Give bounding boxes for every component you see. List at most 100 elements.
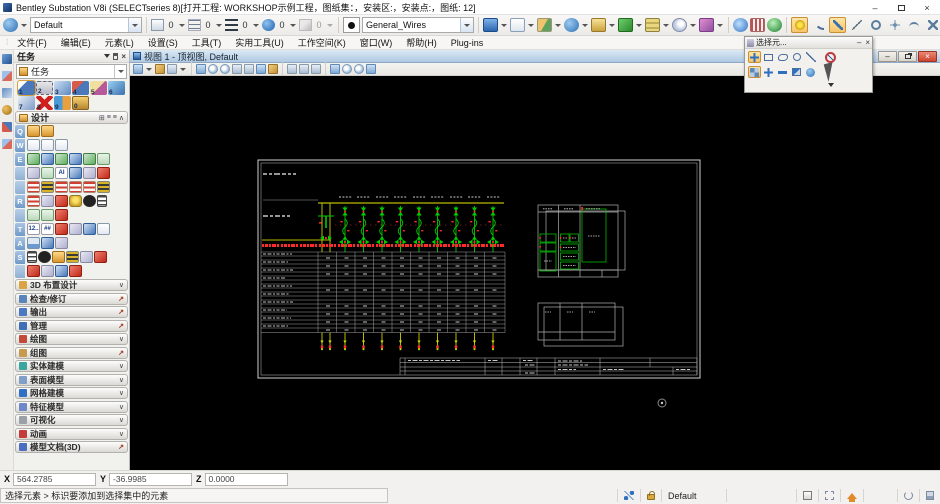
accusnap-toggle[interactable] xyxy=(791,17,808,33)
select-mode-subtract-button[interactable] xyxy=(776,66,789,78)
jumper-tool[interactable] xyxy=(55,265,68,277)
add-tool[interactable] xyxy=(27,209,40,221)
wire-tool[interactable] xyxy=(69,181,82,193)
raster-manager-icon[interactable] xyxy=(591,18,606,32)
device-tool[interactable] xyxy=(55,153,68,165)
active-linestyle-control[interactable]: 0 xyxy=(188,19,223,31)
wire-tool[interactable] xyxy=(41,181,54,193)
close-button[interactable]: × xyxy=(914,0,940,15)
tool-0[interactable]: 0 xyxy=(72,96,89,110)
pin-icon[interactable] xyxy=(113,52,119,60)
dialog-indicator[interactable] xyxy=(919,489,940,502)
active-class-control[interactable]: 0 xyxy=(262,19,297,31)
add-sheet-tool[interactable] xyxy=(83,223,96,235)
panel-minimize-icon[interactable]: – xyxy=(857,38,861,47)
terminal-tool[interactable] xyxy=(94,251,107,263)
chevron-down-icon[interactable] xyxy=(609,23,615,27)
panel-close-icon[interactable]: × xyxy=(121,52,126,61)
chevron-down-icon[interactable] xyxy=(179,23,185,27)
section-animation[interactable]: 动画 ∨ xyxy=(15,427,128,440)
chevron-down-icon[interactable] xyxy=(636,23,642,27)
view-close-button[interactable]: × xyxy=(918,50,937,62)
select-block-button[interactable] xyxy=(762,51,775,63)
macro-tool[interactable] xyxy=(41,237,54,249)
layout-grid-icon[interactable]: ⊞ xyxy=(99,114,105,122)
maximize-button[interactable] xyxy=(888,0,914,15)
section-model-docs-3d[interactable]: 模型文档(3D) ↗ xyxy=(15,441,128,453)
walk-icon[interactable] xyxy=(287,64,297,74)
copy-view-icon[interactable] xyxy=(330,64,340,74)
x-value-field[interactable]: 564.2785 xyxy=(13,472,97,486)
chevron-down-icon[interactable] xyxy=(216,23,222,27)
select-mode-all-button[interactable] xyxy=(804,66,817,78)
menu-file[interactable]: 文件(F) xyxy=(10,36,54,49)
combo-dropdown[interactable] xyxy=(128,18,141,32)
percent-tool[interactable] xyxy=(55,223,68,235)
clip-mask-icon[interactable] xyxy=(366,64,376,74)
chevron-down-icon[interactable] xyxy=(253,23,259,27)
tool-4[interactable]: 4 xyxy=(72,81,89,96)
wire-tool[interactable] xyxy=(41,195,54,207)
chevron-down-icon[interactable] xyxy=(717,23,723,27)
panel-menu-icon[interactable] xyxy=(104,54,111,58)
section-output[interactable]: 输出 ↗ xyxy=(15,306,128,318)
preview-tool[interactable] xyxy=(55,237,68,249)
wire-tool[interactable] xyxy=(27,181,40,193)
menu-element[interactable]: 元素(L) xyxy=(98,36,141,49)
hash-tool[interactable]: ## xyxy=(41,223,54,235)
page-tool[interactable] xyxy=(55,139,68,151)
terminal-tool[interactable] xyxy=(80,251,93,263)
cells-icon[interactable] xyxy=(618,18,633,32)
chevron-down-icon[interactable] xyxy=(180,67,186,71)
snap-center[interactable] xyxy=(867,17,884,33)
models-icon[interactable] xyxy=(537,18,552,32)
wire-tool[interactable] xyxy=(55,181,68,193)
tool-9[interactable]: 9 xyxy=(54,96,71,111)
pan-view-icon[interactable] xyxy=(268,64,278,74)
jumper-tool[interactable] xyxy=(69,265,82,277)
device-tool[interactable] xyxy=(69,153,82,165)
snap-keypoint[interactable] xyxy=(829,17,846,33)
tool-icon[interactable] xyxy=(1,105,12,115)
chevron-down-icon[interactable] xyxy=(827,83,834,87)
active-level-combo[interactable]: Default xyxy=(30,17,142,33)
active-lineweight-control[interactable]: 0 xyxy=(225,19,260,31)
sphere-icon[interactable] xyxy=(767,18,782,32)
panel-close-icon[interactable]: × xyxy=(865,38,870,47)
section-feature-model[interactable]: 特征模型 ∨ xyxy=(15,400,128,413)
zoom-in-icon[interactable] xyxy=(208,64,218,74)
project-manager-tool[interactable] xyxy=(27,125,40,137)
chevron-down-icon[interactable] xyxy=(582,23,588,27)
menu-plugins[interactable]: Plug-ins xyxy=(444,36,491,49)
fit-view-icon[interactable] xyxy=(244,64,254,74)
text-ai-tool[interactable]: AI xyxy=(55,167,68,179)
select-mode-invert-button[interactable] xyxy=(790,66,803,78)
new-project-tool[interactable] xyxy=(41,125,54,137)
float-panel-titlebar[interactable]: 选择元... – × xyxy=(745,37,872,49)
chevron-down-icon[interactable] xyxy=(21,23,27,27)
snap-midpoint[interactable] xyxy=(848,17,865,33)
terminal-tool[interactable] xyxy=(52,251,65,263)
symbol-tool[interactable] xyxy=(83,167,96,179)
snap-origin[interactable] xyxy=(886,17,903,33)
active-point-button[interactable] xyxy=(343,17,360,33)
menu-tools[interactable]: 工具(T) xyxy=(185,36,229,49)
wire-tool[interactable] xyxy=(27,195,40,207)
chevron-down-icon[interactable] xyxy=(327,23,333,27)
menu-utilities[interactable]: 实用工具(U) xyxy=(228,36,291,49)
locks-indicator[interactable] xyxy=(640,489,661,502)
tool-icon[interactable] xyxy=(1,139,12,149)
element-selection-tool[interactable]: 1 xyxy=(17,80,36,96)
delete-element-tool[interactable]: 8 xyxy=(36,96,53,111)
menu-workspace[interactable]: 工作空间(K) xyxy=(291,36,353,49)
terminal-tool[interactable] xyxy=(66,251,79,263)
element-selection-indicator[interactable] xyxy=(796,489,818,502)
section-visualization[interactable]: 可视化 ∨ xyxy=(15,414,128,426)
cable-spool-tool[interactable] xyxy=(69,195,82,207)
update-view-icon[interactable] xyxy=(342,64,352,74)
section-solid-modeling[interactable]: 实体建模 ∨ xyxy=(15,360,128,372)
select-circle-button[interactable] xyxy=(790,51,803,63)
view-attributes-icon[interactable] xyxy=(196,64,206,74)
collapse-icon[interactable]: ∧ xyxy=(119,114,124,122)
snap-intersection[interactable] xyxy=(924,17,940,33)
